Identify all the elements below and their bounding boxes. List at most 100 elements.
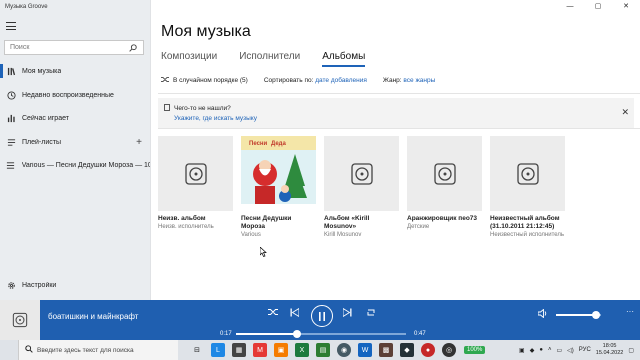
clock-date: 15.04.2022 — [595, 350, 624, 356]
sidebar-item-label: Моя музыка — [22, 67, 62, 75]
app-l-icon[interactable]: L — [211, 343, 225, 357]
divider — [158, 93, 640, 94]
sidebar-item-now-playing[interactable]: Сейчас играет — [0, 108, 150, 128]
album-title: Альбом «Kirill Mosunov» — [324, 215, 370, 230]
sidebar-item-my-music[interactable]: Моя музыка — [0, 61, 150, 81]
app-green-icon[interactable]: ▤ — [316, 343, 330, 357]
sort-control[interactable]: Сортировать по: дате добавления — [264, 77, 367, 84]
minimize-button[interactable]: — — [556, 0, 584, 14]
app-office-icon[interactable]: ▣ — [274, 343, 288, 357]
browser-icon[interactable]: ◉ — [337, 343, 351, 357]
album-tile[interactable]: Аранжировщик пео73 Детские — [407, 136, 482, 238]
app-red-icon[interactable]: ● — [421, 343, 435, 357]
close-button[interactable]: ✕ — [612, 0, 640, 14]
album-artist: Various — [241, 232, 261, 238]
app-grid-icon[interactable]: ▦ — [232, 343, 246, 357]
tab-songs[interactable]: Композиции — [161, 51, 217, 67]
volume-handle[interactable] — [591, 311, 600, 319]
recent-icon — [0, 90, 22, 100]
album-cover-placeholder — [158, 136, 233, 211]
disc-icon — [184, 162, 207, 185]
pause-button[interactable] — [311, 305, 333, 327]
document-icon — [164, 104, 170, 113]
app-m-icon[interactable]: M — [253, 343, 267, 357]
genre-control[interactable]: Жанр: все жанры — [383, 77, 435, 84]
album-tile[interactable]: Песни Деда Песни Дедушки Мороза Various — [241, 136, 316, 238]
album-artist: Неизв. исполнитель — [158, 224, 214, 230]
track-title[interactable]: боатишкин и майнкрафт — [48, 312, 138, 321]
app-dark-icon[interactable]: ◆ — [400, 343, 414, 357]
search-input[interactable] — [10, 44, 125, 51]
add-playlist-icon[interactable]: + — [136, 137, 142, 148]
volume-icon[interactable] — [537, 308, 548, 320]
sidebar-item-settings[interactable]: Настройки — [0, 275, 150, 295]
battery-indicator[interactable]: 100% — [464, 346, 486, 354]
shuffle-button[interactable]: В случайном порядке (5) — [161, 76, 248, 85]
search-icon[interactable] — [129, 44, 137, 54]
seek-bar[interactable] — [236, 330, 406, 338]
repeat-icon[interactable] — [366, 308, 376, 319]
tab-albums[interactable]: Альбомы — [322, 51, 366, 67]
tray-app-icon[interactable]: ● — [539, 347, 543, 353]
maximize-button[interactable]: ▢ — [584, 0, 612, 14]
search-box[interactable] — [4, 40, 144, 55]
genre-value[interactable]: все жанры — [403, 77, 435, 84]
sidebar-item-label: Various — Песни Дедушки Мороза — 10 — [21, 161, 150, 169]
task-view-icon[interactable]: ⊟ — [190, 343, 204, 357]
album-tile[interactable]: Альбом «Kirill Mosunov» Kirill Mosunov — [324, 136, 399, 238]
tab-artists[interactable]: Исполнители — [239, 51, 300, 67]
sidebar-item-recent[interactable]: Недавно воспроизведенные — [0, 85, 150, 105]
previous-track-icon[interactable] — [290, 307, 300, 319]
pause-icon — [319, 311, 325, 321]
disc-icon — [516, 162, 539, 185]
taskbar-search[interactable] — [18, 340, 178, 360]
excel-icon[interactable]: X — [295, 343, 309, 357]
taskbar-search-input[interactable] — [37, 346, 167, 354]
notice-question: Чего-то не нашли? — [174, 105, 231, 112]
svg-text:Деда: Деда — [271, 141, 286, 147]
tab-bar: Композиции Исполнители Альбомы — [161, 51, 366, 67]
tray-app-icon[interactable]: ▣ — [519, 347, 525, 354]
word-icon[interactable]: W — [358, 343, 372, 357]
album-tile[interactable]: Неизвестный альбом (31.10.2011 21:12:45)… — [490, 136, 565, 238]
network-icon[interactable]: ▭ — [556, 347, 562, 354]
show-hidden-icons-icon[interactable]: ˄ — [548, 347, 552, 353]
sort-value[interactable]: дате добавления — [315, 77, 367, 84]
speaker-icon[interactable]: ◁) — [567, 347, 574, 354]
next-track-icon[interactable] — [342, 307, 352, 319]
hamburger-menu-icon[interactable] — [6, 22, 16, 30]
minecraft-icon[interactable]: ▩ — [379, 343, 393, 357]
notifications-icon[interactable]: ▢ — [628, 347, 634, 354]
gear-icon — [0, 281, 22, 290]
album-title: Песни Дедушки Мороза — [241, 215, 292, 230]
clock[interactable]: 18:05 15.04.2022 — [596, 343, 624, 357]
shuffle-icon[interactable] — [268, 308, 278, 318]
album-cover-art: Песни Деда — [241, 136, 316, 211]
album-title: Неизвестный альбом (31.10.2011 21:12:45) — [490, 215, 560, 230]
shuffle-icon — [161, 76, 169, 85]
album-cover-placeholder — [490, 136, 565, 211]
language-indicator[interactable]: РУС — [579, 347, 591, 353]
album-artist: Kirill Mosunov — [324, 232, 362, 238]
player-bar: боатишкин и майнкрафт 0:17 0:47 ··· — [0, 300, 640, 340]
duration-time: 0:47 — [414, 331, 426, 337]
mouse-cursor-icon — [260, 247, 267, 257]
groove-icon[interactable]: ◎ — [442, 343, 456, 357]
close-notice-icon[interactable]: ✕ — [621, 107, 629, 118]
choose-folders-link[interactable]: Укажите, где искать музыку — [174, 115, 257, 122]
volume-slider[interactable] — [556, 311, 601, 319]
now-playing-thumbnail[interactable] — [0, 300, 40, 340]
taskbar-apps: ⊟ L ▦ M ▣ X ▤ ◉ W ▩ ◆ ● ◎ — [190, 343, 456, 357]
sidebar-item-playlist-entry[interactable]: Various — Песни Дедушки Мороза — 10 — [0, 155, 150, 175]
seek-bar-handle[interactable] — [293, 330, 302, 338]
tray-app-icon[interactable]: ◆ — [530, 347, 535, 354]
album-tile[interactable]: Неизв. альбом Неизв. исполнитель — [158, 136, 233, 238]
sidebar-item-playlists[interactable]: Плей-листы — [0, 132, 150, 152]
search-icon — [25, 345, 33, 355]
sidebar-item-label: Сейчас играет — [22, 114, 69, 122]
more-options-icon[interactable]: ··· — [626, 307, 634, 316]
disc-icon — [433, 162, 456, 185]
disc-icon — [350, 162, 373, 185]
svg-text:Песни: Песни — [249, 141, 268, 147]
now-playing-icon — [0, 114, 22, 123]
